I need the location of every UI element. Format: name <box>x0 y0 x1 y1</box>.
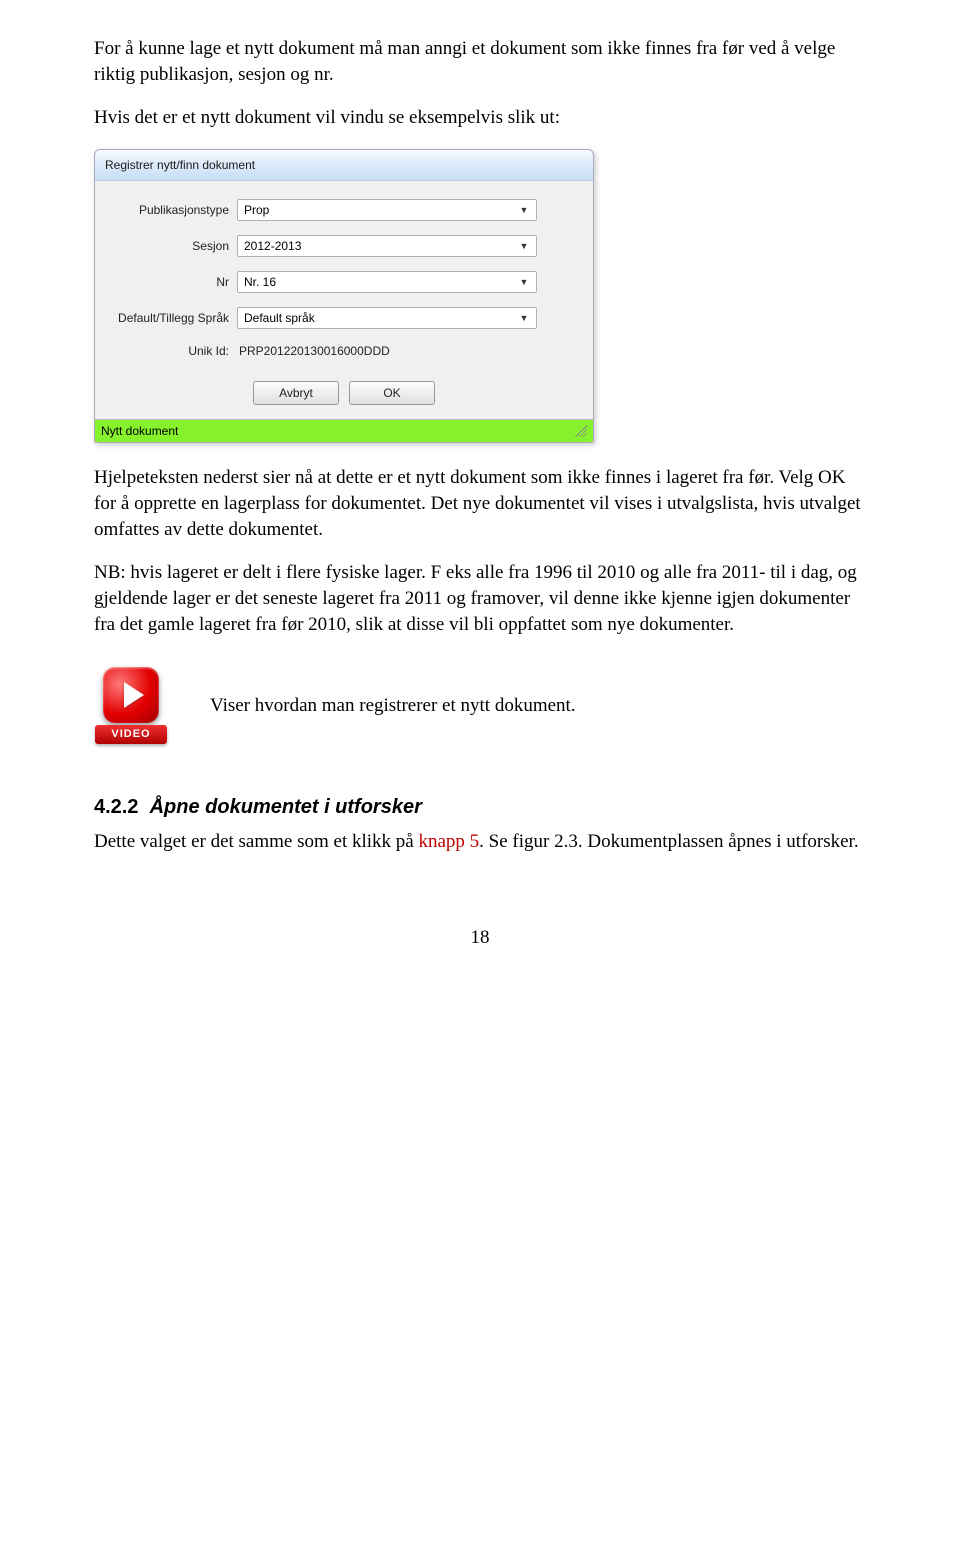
video-label: VIDEO <box>95 725 167 744</box>
para5-a: Dette valget er det samme som et klikk p… <box>94 831 418 852</box>
intro-paragraph-1: For å kunne lage et nytt dokument må man… <box>94 36 866 87</box>
pubtype-value: Prop <box>244 202 269 218</box>
ok-button[interactable]: OK <box>349 381 435 405</box>
open-explorer-paragraph: Dette valget er det samme som et klikk p… <box>94 829 866 855</box>
sesjon-label: Sesjon <box>109 238 237 254</box>
chevron-down-icon: ▼ <box>516 240 532 252</box>
chevron-down-icon: ▼ <box>516 276 532 288</box>
section-title: Åpne dokumentet i utforsker <box>150 796 422 818</box>
register-dialog: Registrer nytt/finn dokument Publikasjon… <box>94 149 594 444</box>
para5-b: . Se figur 2.3. Dokumentplassen åpnes i … <box>479 831 858 852</box>
knapp5-ref: knapp 5 <box>418 831 479 852</box>
sesjon-value: 2012-2013 <box>244 238 301 254</box>
nb-paragraph: NB: hvis lageret er delt i flere fysiske… <box>94 560 866 637</box>
intro-paragraph-2: Hvis det er et nytt dokument vil vindu s… <box>94 105 866 131</box>
video-icon[interactable]: VIDEO <box>94 667 168 744</box>
nr-label: Nr <box>109 274 237 290</box>
chevron-down-icon: ▼ <box>516 204 532 216</box>
lang-value: Default språk <box>244 310 315 326</box>
resize-grip-icon[interactable] <box>575 425 587 437</box>
unikid-label: Unik Id: <box>109 343 237 359</box>
help-paragraph: Hjelpeteksten nederst sier nå at dette e… <box>94 465 866 542</box>
pubtype-combo[interactable]: Prop ▼ <box>237 199 537 221</box>
section-heading: 4.2.2 Åpne dokumentet i utforsker <box>94 794 866 821</box>
page-number: 18 <box>94 925 866 951</box>
chevron-down-icon: ▼ <box>516 312 532 324</box>
unikid-value: PRP201220130016000DDD <box>237 344 390 358</box>
dialog-title: Registrer nytt/finn dokument <box>95 150 593 181</box>
section-number: 4.2.2 <box>94 796 138 818</box>
pubtype-label: Publikasjonstype <box>109 202 237 218</box>
sesjon-combo[interactable]: 2012-2013 ▼ <box>237 235 537 257</box>
status-text: Nytt dokument <box>101 423 178 439</box>
play-icon <box>103 667 159 723</box>
cancel-button[interactable]: Avbryt <box>253 381 339 405</box>
lang-label: Default/Tillegg Språk <box>109 310 237 326</box>
lang-combo[interactable]: Default språk ▼ <box>237 307 537 329</box>
video-caption: Viser hvordan man registrerer et nytt do… <box>210 693 576 719</box>
dialog-body: Publikasjonstype Prop ▼ Sesjon 2012-2013… <box>95 181 593 419</box>
nr-combo[interactable]: Nr. 16 ▼ <box>237 271 537 293</box>
nr-value: Nr. 16 <box>244 274 276 290</box>
